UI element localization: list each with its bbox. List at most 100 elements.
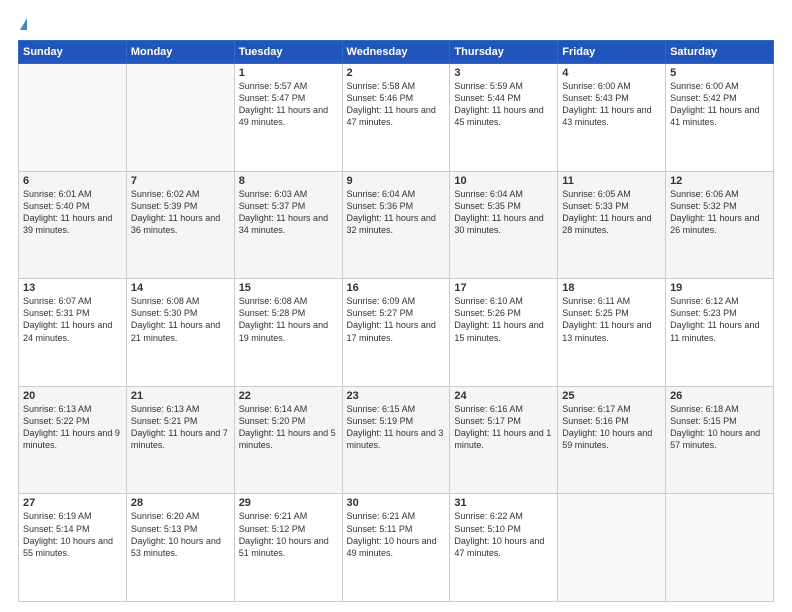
header bbox=[18, 18, 774, 30]
day-number: 2 bbox=[347, 67, 446, 79]
day-number: 12 bbox=[670, 175, 769, 187]
calendar-cell: 2Sunrise: 5:58 AM Sunset: 5:46 PM Daylig… bbox=[342, 64, 450, 172]
calendar-cell: 7Sunrise: 6:02 AM Sunset: 5:39 PM Daylig… bbox=[126, 171, 234, 279]
day-number: 1 bbox=[239, 67, 338, 79]
calendar-header-friday: Friday bbox=[558, 41, 666, 64]
day-info: Sunrise: 5:58 AM Sunset: 5:46 PM Dayligh… bbox=[347, 80, 446, 129]
day-info: Sunrise: 6:15 AM Sunset: 5:19 PM Dayligh… bbox=[347, 403, 446, 452]
day-info: Sunrise: 6:01 AM Sunset: 5:40 PM Dayligh… bbox=[23, 188, 122, 237]
calendar-week-row: 13Sunrise: 6:07 AM Sunset: 5:31 PM Dayli… bbox=[19, 279, 774, 387]
day-info: Sunrise: 6:10 AM Sunset: 5:26 PM Dayligh… bbox=[454, 295, 553, 344]
calendar-cell: 31Sunrise: 6:22 AM Sunset: 5:10 PM Dayli… bbox=[450, 494, 558, 602]
day-number: 21 bbox=[131, 390, 230, 402]
calendar-cell: 24Sunrise: 6:16 AM Sunset: 5:17 PM Dayli… bbox=[450, 386, 558, 494]
calendar-cell: 5Sunrise: 6:00 AM Sunset: 5:42 PM Daylig… bbox=[666, 64, 774, 172]
day-info: Sunrise: 6:13 AM Sunset: 5:22 PM Dayligh… bbox=[23, 403, 122, 452]
day-number: 28 bbox=[131, 497, 230, 509]
calendar-table: SundayMondayTuesdayWednesdayThursdayFrid… bbox=[18, 40, 774, 602]
day-number: 7 bbox=[131, 175, 230, 187]
calendar-cell: 22Sunrise: 6:14 AM Sunset: 5:20 PM Dayli… bbox=[234, 386, 342, 494]
day-info: Sunrise: 6:21 AM Sunset: 5:11 PM Dayligh… bbox=[347, 510, 446, 559]
day-info: Sunrise: 6:08 AM Sunset: 5:28 PM Dayligh… bbox=[239, 295, 338, 344]
calendar-cell: 15Sunrise: 6:08 AM Sunset: 5:28 PM Dayli… bbox=[234, 279, 342, 387]
day-number: 9 bbox=[347, 175, 446, 187]
calendar-week-row: 6Sunrise: 6:01 AM Sunset: 5:40 PM Daylig… bbox=[19, 171, 774, 279]
day-info: Sunrise: 6:00 AM Sunset: 5:42 PM Dayligh… bbox=[670, 80, 769, 129]
calendar-cell: 9Sunrise: 6:04 AM Sunset: 5:36 PM Daylig… bbox=[342, 171, 450, 279]
day-info: Sunrise: 6:02 AM Sunset: 5:39 PM Dayligh… bbox=[131, 188, 230, 237]
logo-triangle-icon bbox=[20, 18, 27, 30]
day-number: 22 bbox=[239, 390, 338, 402]
page: SundayMondayTuesdayWednesdayThursdayFrid… bbox=[0, 0, 792, 612]
day-info: Sunrise: 6:06 AM Sunset: 5:32 PM Dayligh… bbox=[670, 188, 769, 237]
day-info: Sunrise: 6:20 AM Sunset: 5:13 PM Dayligh… bbox=[131, 510, 230, 559]
day-number: 4 bbox=[562, 67, 661, 79]
calendar-cell: 4Sunrise: 6:00 AM Sunset: 5:43 PM Daylig… bbox=[558, 64, 666, 172]
day-info: Sunrise: 6:07 AM Sunset: 5:31 PM Dayligh… bbox=[23, 295, 122, 344]
day-info: Sunrise: 6:12 AM Sunset: 5:23 PM Dayligh… bbox=[670, 295, 769, 344]
calendar-header-row: SundayMondayTuesdayWednesdayThursdayFrid… bbox=[19, 41, 774, 64]
day-number: 24 bbox=[454, 390, 553, 402]
calendar-header-sunday: Sunday bbox=[19, 41, 127, 64]
calendar-header-saturday: Saturday bbox=[666, 41, 774, 64]
day-number: 13 bbox=[23, 282, 122, 294]
day-number: 17 bbox=[454, 282, 553, 294]
day-number: 5 bbox=[670, 67, 769, 79]
day-info: Sunrise: 6:18 AM Sunset: 5:15 PM Dayligh… bbox=[670, 403, 769, 452]
day-number: 25 bbox=[562, 390, 661, 402]
calendar-cell: 3Sunrise: 5:59 AM Sunset: 5:44 PM Daylig… bbox=[450, 64, 558, 172]
day-number: 23 bbox=[347, 390, 446, 402]
day-info: Sunrise: 6:05 AM Sunset: 5:33 PM Dayligh… bbox=[562, 188, 661, 237]
calendar-cell: 6Sunrise: 6:01 AM Sunset: 5:40 PM Daylig… bbox=[19, 171, 127, 279]
calendar-cell: 27Sunrise: 6:19 AM Sunset: 5:14 PM Dayli… bbox=[19, 494, 127, 602]
day-info: Sunrise: 6:21 AM Sunset: 5:12 PM Dayligh… bbox=[239, 510, 338, 559]
day-info: Sunrise: 5:59 AM Sunset: 5:44 PM Dayligh… bbox=[454, 80, 553, 129]
day-number: 3 bbox=[454, 67, 553, 79]
calendar-header-monday: Monday bbox=[126, 41, 234, 64]
day-number: 16 bbox=[347, 282, 446, 294]
calendar-week-row: 20Sunrise: 6:13 AM Sunset: 5:22 PM Dayli… bbox=[19, 386, 774, 494]
calendar-cell: 21Sunrise: 6:13 AM Sunset: 5:21 PM Dayli… bbox=[126, 386, 234, 494]
day-info: Sunrise: 6:04 AM Sunset: 5:35 PM Dayligh… bbox=[454, 188, 553, 237]
calendar-cell: 30Sunrise: 6:21 AM Sunset: 5:11 PM Dayli… bbox=[342, 494, 450, 602]
day-info: Sunrise: 6:13 AM Sunset: 5:21 PM Dayligh… bbox=[131, 403, 230, 452]
calendar-cell: 8Sunrise: 6:03 AM Sunset: 5:37 PM Daylig… bbox=[234, 171, 342, 279]
day-number: 18 bbox=[562, 282, 661, 294]
calendar-cell bbox=[126, 64, 234, 172]
day-number: 20 bbox=[23, 390, 122, 402]
calendar-cell: 1Sunrise: 5:57 AM Sunset: 5:47 PM Daylig… bbox=[234, 64, 342, 172]
calendar-header-tuesday: Tuesday bbox=[234, 41, 342, 64]
calendar-header-thursday: Thursday bbox=[450, 41, 558, 64]
day-number: 31 bbox=[454, 497, 553, 509]
day-info: Sunrise: 6:14 AM Sunset: 5:20 PM Dayligh… bbox=[239, 403, 338, 452]
day-number: 11 bbox=[562, 175, 661, 187]
calendar-week-row: 1Sunrise: 5:57 AM Sunset: 5:47 PM Daylig… bbox=[19, 64, 774, 172]
calendar-cell: 13Sunrise: 6:07 AM Sunset: 5:31 PM Dayli… bbox=[19, 279, 127, 387]
day-number: 19 bbox=[670, 282, 769, 294]
calendar-cell: 19Sunrise: 6:12 AM Sunset: 5:23 PM Dayli… bbox=[666, 279, 774, 387]
calendar-cell: 29Sunrise: 6:21 AM Sunset: 5:12 PM Dayli… bbox=[234, 494, 342, 602]
day-info: Sunrise: 6:03 AM Sunset: 5:37 PM Dayligh… bbox=[239, 188, 338, 237]
calendar-cell: 25Sunrise: 6:17 AM Sunset: 5:16 PM Dayli… bbox=[558, 386, 666, 494]
calendar-cell: 14Sunrise: 6:08 AM Sunset: 5:30 PM Dayli… bbox=[126, 279, 234, 387]
day-info: Sunrise: 6:17 AM Sunset: 5:16 PM Dayligh… bbox=[562, 403, 661, 452]
calendar-cell bbox=[666, 494, 774, 602]
calendar-cell: 26Sunrise: 6:18 AM Sunset: 5:15 PM Dayli… bbox=[666, 386, 774, 494]
calendar-header-wednesday: Wednesday bbox=[342, 41, 450, 64]
calendar-cell: 12Sunrise: 6:06 AM Sunset: 5:32 PM Dayli… bbox=[666, 171, 774, 279]
day-info: Sunrise: 6:22 AM Sunset: 5:10 PM Dayligh… bbox=[454, 510, 553, 559]
day-number: 10 bbox=[454, 175, 553, 187]
calendar-cell: 20Sunrise: 6:13 AM Sunset: 5:22 PM Dayli… bbox=[19, 386, 127, 494]
calendar-cell bbox=[558, 494, 666, 602]
calendar-cell: 16Sunrise: 6:09 AM Sunset: 5:27 PM Dayli… bbox=[342, 279, 450, 387]
day-number: 14 bbox=[131, 282, 230, 294]
logo bbox=[18, 18, 27, 30]
calendar-cell: 18Sunrise: 6:11 AM Sunset: 5:25 PM Dayli… bbox=[558, 279, 666, 387]
day-number: 6 bbox=[23, 175, 122, 187]
calendar-cell: 28Sunrise: 6:20 AM Sunset: 5:13 PM Dayli… bbox=[126, 494, 234, 602]
calendar-cell: 11Sunrise: 6:05 AM Sunset: 5:33 PM Dayli… bbox=[558, 171, 666, 279]
day-number: 15 bbox=[239, 282, 338, 294]
day-number: 29 bbox=[239, 497, 338, 509]
day-info: Sunrise: 6:09 AM Sunset: 5:27 PM Dayligh… bbox=[347, 295, 446, 344]
calendar-week-row: 27Sunrise: 6:19 AM Sunset: 5:14 PM Dayli… bbox=[19, 494, 774, 602]
